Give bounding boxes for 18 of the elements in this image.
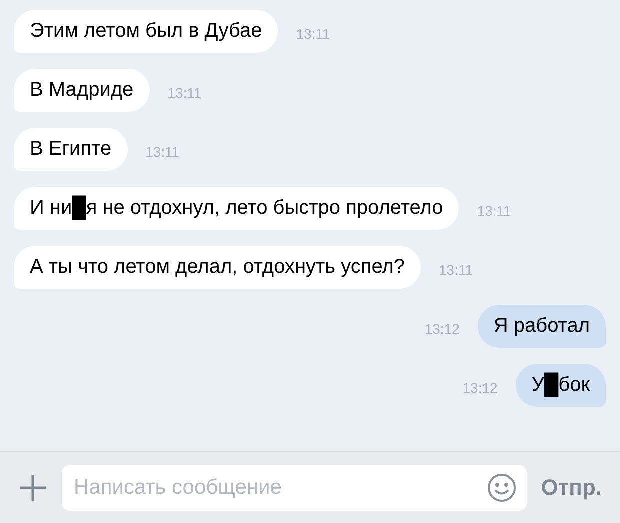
send-button[interactable]: Отпр. <box>541 471 602 504</box>
message-time: 13:11 <box>296 25 330 44</box>
message-bubble: В Мадриде <box>14 69 150 112</box>
message-field[interactable]: Написать сообщение <box>62 464 528 510</box>
message-bubble: А ты что летом делал, отдохнуть успел? <box>14 246 422 289</box>
message-time: 13:12 <box>462 379 498 398</box>
message-bubble: Этим летом был в Дубае <box>14 10 278 53</box>
add-icon[interactable] <box>18 472 48 502</box>
message-time: 13:11 <box>439 261 474 280</box>
message-bubble: У█бок <box>516 364 606 407</box>
message-bubble: И ни█я не отдохнул, лето быстро пролетело <box>14 187 460 230</box>
message-time: 13:11 <box>168 84 202 103</box>
message-time: 13:11 <box>146 143 180 162</box>
message-bubble: В Египте <box>14 128 128 171</box>
message-bubble: Я работал <box>478 305 606 348</box>
smiley-icon[interactable] <box>487 472 518 502</box>
message-time: 13:12 <box>424 320 460 339</box>
message-time: 13:11 <box>477 202 512 221</box>
